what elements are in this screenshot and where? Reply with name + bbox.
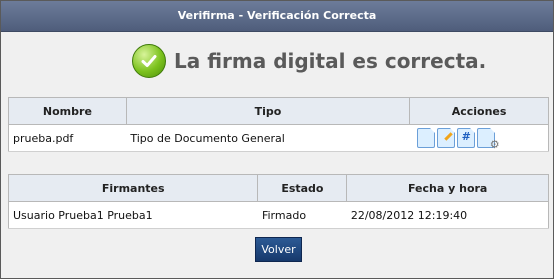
actions-cell bbox=[409, 124, 549, 152]
header-estado: Estado bbox=[257, 174, 348, 202]
success-message: La firma digital es correcta. bbox=[132, 44, 486, 78]
document-type: Tipo de Documento General bbox=[126, 124, 410, 152]
signers-table: Firmantes Estado Fecha y hora Usuario Pr… bbox=[7, 174, 549, 229]
header-fecha: Fecha y hora bbox=[346, 174, 549, 202]
checkmark-icon bbox=[132, 44, 166, 78]
header-nombre: Nombre bbox=[8, 97, 127, 125]
settings-document-icon[interactable] bbox=[476, 128, 500, 151]
signer-status: Firmado bbox=[257, 201, 347, 229]
document-name: prueba.pdf bbox=[8, 124, 127, 152]
back-button[interactable]: Volver bbox=[255, 237, 302, 262]
hash-document-icon[interactable] bbox=[456, 128, 475, 148]
signer-name: Usuario Prueba1 Prueba1 bbox=[8, 201, 258, 229]
header-tipo: Tipo bbox=[125, 97, 411, 125]
verification-window: Verifirma - Verificación Correcta La fir… bbox=[0, 0, 554, 279]
documents-table: Nombre Tipo Acciones prueba.pdf Tipo de … bbox=[8, 97, 549, 152]
view-document-icon[interactable] bbox=[416, 128, 435, 148]
table-row: prueba.pdf Tipo de Documento General bbox=[8, 124, 549, 152]
header-firmantes: Firmantes bbox=[7, 174, 259, 202]
documents-header-row: Nombre Tipo Acciones bbox=[8, 97, 549, 125]
success-text: La firma digital es correcta. bbox=[174, 49, 487, 73]
signers-header-row: Firmantes Estado Fecha y hora bbox=[7, 174, 549, 202]
header-acciones: Acciones bbox=[409, 97, 549, 125]
window-title: Verifirma - Verificación Correcta bbox=[1, 1, 553, 32]
table-row: Usuario Prueba1 Prueba1 Firmado 22/08/20… bbox=[8, 201, 549, 229]
sign-document-icon[interactable] bbox=[436, 128, 455, 148]
signer-date: 22/08/2012 12:19:40 bbox=[346, 201, 549, 229]
